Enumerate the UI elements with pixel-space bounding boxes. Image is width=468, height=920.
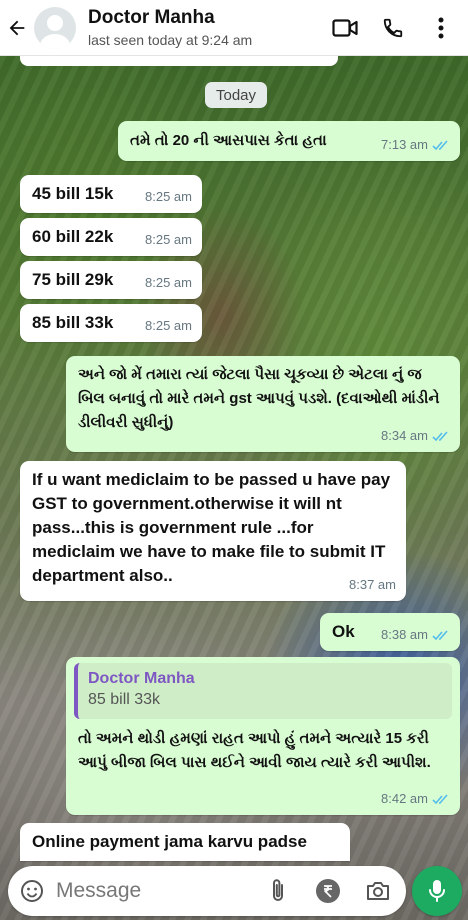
message-text: તો અમને થોડી હમણાં રાહત આપો હું તમને અત્… [78,730,431,771]
message-text: Online payment jama karvu padse [32,832,307,851]
contact-info[interactable]: Doctor Manha last seen today at 9:24 am [88,7,332,49]
attach-icon [273,879,283,901]
chat-area[interactable]: Today તમે તો 20 ની આસપાસ કેતા હતા 7:13 a… [0,56,468,861]
video-call-icon [332,18,358,37]
message-incoming[interactable]: 60 bill 22k 8:25 am [20,218,202,256]
message-time: 8:34 am [381,428,428,443]
emoji-icon [21,880,43,902]
contact-name: Doctor Manha [88,6,215,28]
back-button[interactable] [0,0,34,56]
message-text: If u want mediclaim to be passed u have … [32,470,391,585]
message-time: 8:42 am [381,791,428,806]
message-composer: Message [8,866,406,916]
voice-call-button[interactable] [380,15,406,41]
message-time: 8:38 am [381,627,428,642]
phone-icon [383,18,403,37]
more-options-button[interactable] [428,15,454,41]
message-time: 8:25 am [145,275,192,290]
message-incoming[interactable]: 75 bill 29k 8:25 am [20,261,202,299]
message-time: 8:25 am [145,232,192,247]
payment-button[interactable] [314,877,342,905]
contact-status: last seen today at 9:24 am [88,31,253,48]
camera-icon [367,882,389,900]
double-tick-icon [432,139,448,150]
previous-message-stub [20,56,338,66]
message-incoming[interactable]: Online payment jama karvu padse [20,823,350,861]
double-tick-icon [432,793,448,804]
chat-header: Doctor Manha last seen today at 9:24 am [0,0,468,56]
video-call-button[interactable] [332,15,358,41]
message-outgoing[interactable]: Ok 8:38 am [320,613,460,651]
message-input[interactable]: Message [56,879,264,903]
emoji-button[interactable] [18,877,46,905]
message-incoming[interactable]: 45 bill 15k 8:25 am [20,175,202,213]
message-incoming[interactable]: If u want mediclaim to be passed u have … [20,461,406,601]
more-vert-icon [438,17,444,38]
camera-button[interactable] [364,877,392,905]
double-tick-icon [432,430,448,441]
message-incoming[interactable]: 85 bill 33k 8:25 am [20,304,202,342]
message-outgoing[interactable]: અને જો મેં તમારા ત્યાં જેટલા પૈસા ચૂકવ્ય… [66,356,460,452]
avatar[interactable] [34,6,76,49]
quoted-sender: Doctor Manha [88,670,195,687]
double-tick-icon [432,629,448,640]
message-time: 8:37 am [349,577,396,592]
message-time: 7:13 am [381,137,428,152]
voice-record-button[interactable] [412,866,462,916]
message-outgoing-reply[interactable]: Doctor Manha 85 bill 33k તો અમને થોડી હમ… [66,657,460,815]
message-outgoing[interactable]: તમે તો 20 ની આસપાસ કેતા હતા 7:13 am [118,121,460,161]
back-arrow-icon [9,20,25,35]
message-time: 8:25 am [145,318,192,333]
attach-button[interactable] [264,877,292,905]
message-time: 8:25 am [145,189,192,204]
quoted-text: 85 bill 33k [88,691,161,708]
rupee-icon [316,879,340,903]
date-divider: Today [205,82,267,108]
quoted-message[interactable]: Doctor Manha 85 bill 33k [74,663,452,719]
mic-icon [429,880,445,902]
